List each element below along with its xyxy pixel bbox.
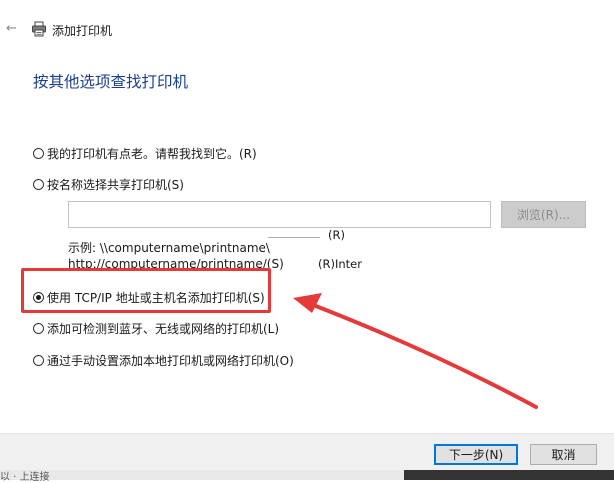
option-label: 我的打印机有点老。请帮我找到它。(R)	[47, 147, 257, 161]
browse-button[interactable]: 浏览(R)...	[501, 201, 586, 228]
option-shared-by-name[interactable]: 按名称选择共享打印机(S)	[33, 176, 184, 193]
window-title: 添加打印机	[52, 24, 113, 38]
option-label: 添加可检测到蓝牙、无线或网络的打印机(L)	[47, 322, 280, 336]
back-arrow-icon[interactable]: ←	[6, 22, 20, 36]
ghost-divider	[268, 237, 320, 238]
next-button[interactable]: 下一步(N)	[434, 444, 518, 465]
option-label: 通过手动设置添加本地打印机或网络打印机(O)	[47, 354, 294, 368]
radio-button[interactable]	[33, 323, 44, 334]
page-heading: 按其他选项查找打印机	[33, 73, 189, 91]
option-manual-setup[interactable]: 通过手动设置添加本地打印机或网络打印机(O)	[33, 352, 294, 369]
ghost-text: (R)	[328, 228, 345, 242]
option-old-printer[interactable]: 我的打印机有点老。请帮我找到它。(R)	[33, 145, 257, 162]
radio-button[interactable]	[33, 148, 44, 159]
option-bluetooth-wireless[interactable]: 添加可检测到蓝牙、无线或网络的打印机(L)	[33, 320, 279, 337]
background-strip	[0, 470, 404, 480]
shared-printer-name-input[interactable]	[68, 201, 491, 228]
background-strip-dark	[404, 470, 614, 480]
annotation-highlight-box	[21, 268, 271, 313]
radio-button[interactable]	[33, 179, 44, 190]
option-label: 按名称选择共享打印机(S)	[47, 178, 184, 192]
printer-icon	[31, 21, 47, 37]
ghost-text: (R)Inter	[318, 257, 362, 271]
background-text: 以 · 上连接	[0, 472, 50, 483]
cancel-button[interactable]: 取消	[530, 444, 597, 465]
radio-button[interactable]	[33, 355, 44, 366]
example-text-1: 示例: \\computername\printname\	[68, 241, 270, 255]
